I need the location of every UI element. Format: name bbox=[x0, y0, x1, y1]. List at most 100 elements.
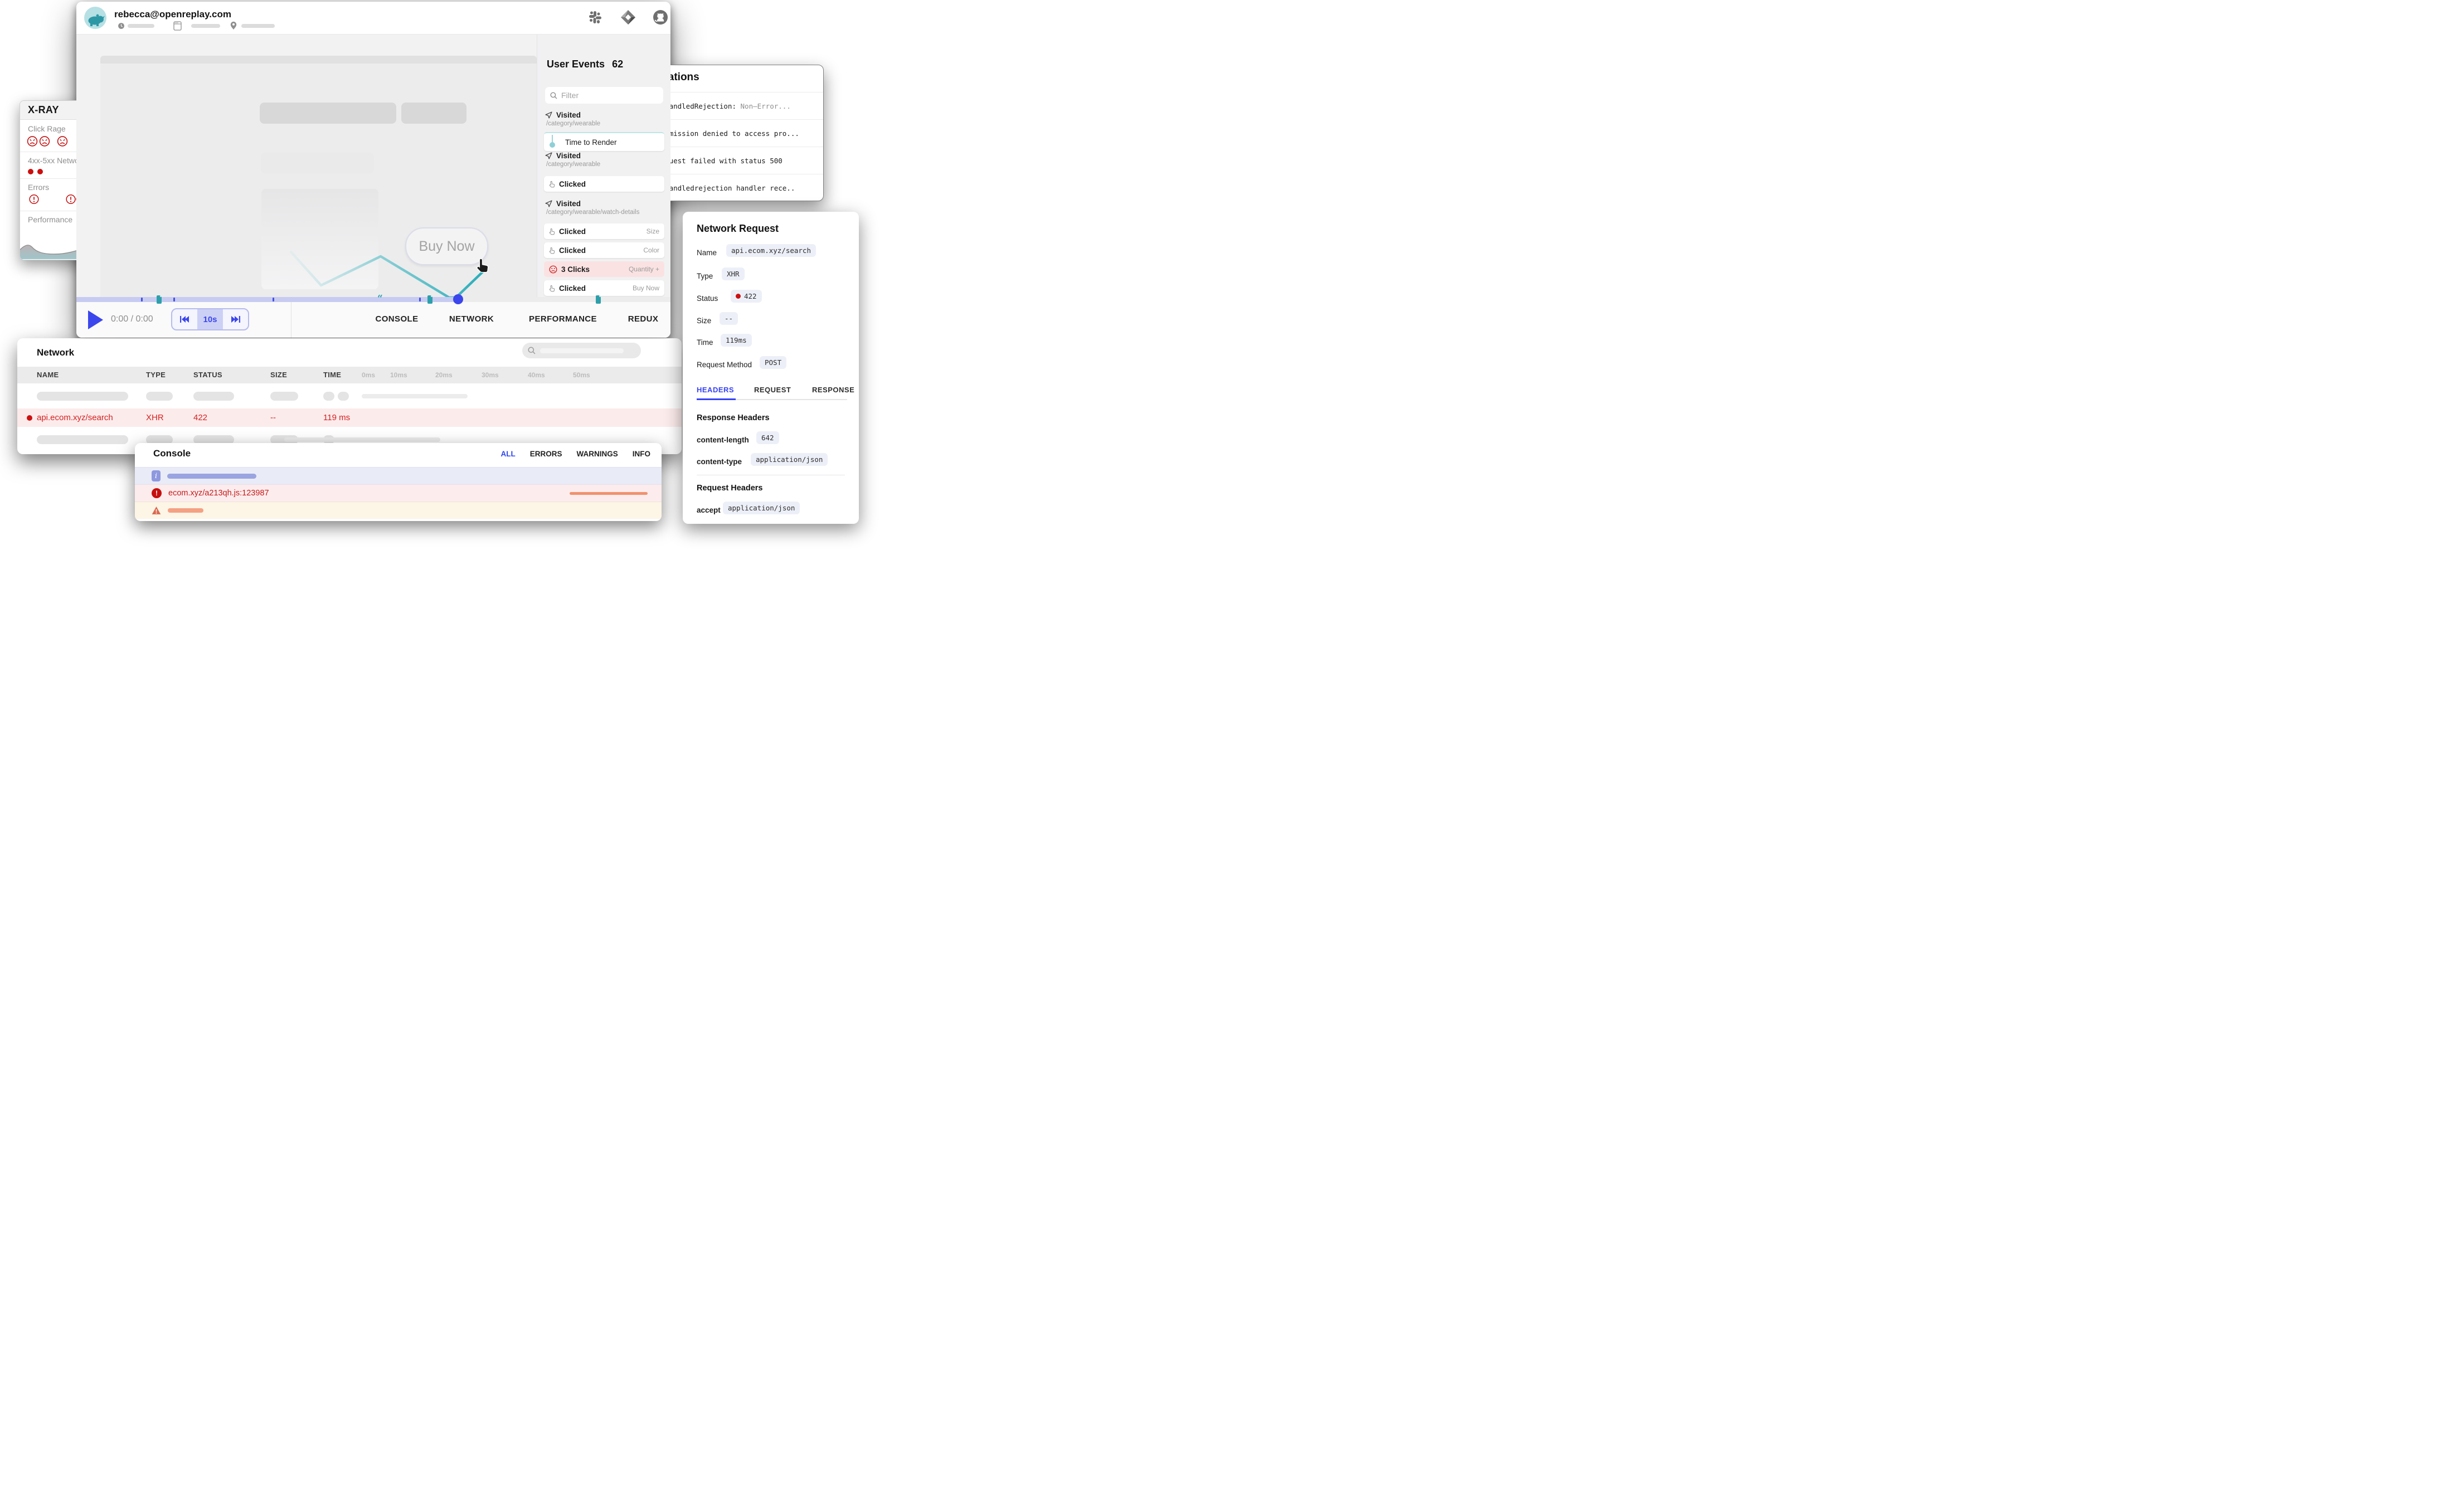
tab-performance[interactable]: PERFORMANCE bbox=[529, 314, 597, 324]
event-clicked-buynow-card[interactable]: Clicked Buy Now bbox=[544, 280, 664, 296]
event-visited-2[interactable]: Visited bbox=[556, 152, 581, 160]
page-skeleton-block bbox=[261, 189, 378, 289]
timeline-event-tick[interactable] bbox=[141, 298, 143, 301]
console-tab-errors[interactable]: ERRORS bbox=[530, 450, 562, 458]
console-warning-row[interactable] bbox=[135, 502, 662, 519]
player-controls: 0:00 / 0:00 10s CONSOLE NETWORK PERFORMA… bbox=[76, 302, 670, 338]
github-icon[interactable] bbox=[653, 9, 668, 25]
visited-icon bbox=[545, 200, 552, 207]
search-icon bbox=[528, 347, 536, 354]
search-skeleton bbox=[540, 348, 624, 353]
integration-message: Request failed with status 500 bbox=[657, 157, 783, 165]
console-tab-all[interactable]: ALL bbox=[500, 450, 515, 458]
browser-name-skeleton bbox=[191, 24, 220, 28]
visited-icon bbox=[545, 152, 552, 159]
info-skeleton bbox=[167, 474, 256, 479]
player-timeline[interactable]: “ bbox=[76, 297, 670, 302]
event-clicked-size-card[interactable]: Clicked Size bbox=[544, 223, 664, 239]
error-dot-icon bbox=[27, 415, 32, 421]
search-icon bbox=[550, 92, 557, 99]
field-name-value: api.ecom.xyz/search bbox=[726, 244, 816, 257]
user-events-title-text: User Events bbox=[547, 59, 605, 70]
console-tab-warnings[interactable]: WARNINGS bbox=[577, 450, 618, 458]
time-to-render-card[interactable]: Time to Render bbox=[544, 132, 664, 151]
event-visited-3[interactable]: Visited bbox=[556, 199, 581, 208]
tab-response[interactable]: RESPONSE bbox=[812, 386, 854, 394]
events-filter-input[interactable]: Filter bbox=[545, 87, 663, 104]
skip-back-button[interactable] bbox=[172, 309, 197, 329]
status-error-dot bbox=[736, 294, 741, 299]
timeline-event-tick[interactable] bbox=[273, 298, 274, 301]
ms-label: 50ms bbox=[573, 371, 590, 379]
network-request-panel: Network Request Name api.ecom.xyz/search… bbox=[683, 212, 859, 524]
page-skeleton-block bbox=[261, 153, 374, 173]
tab-redux[interactable]: REDUX bbox=[628, 314, 659, 324]
timeline-event-tick[interactable] bbox=[173, 298, 175, 301]
jira-icon[interactable] bbox=[620, 9, 636, 25]
cursor-hand-icon bbox=[475, 257, 490, 274]
play-button[interactable] bbox=[88, 310, 103, 329]
rage-face-icons[interactable] bbox=[27, 135, 69, 147]
tab-request[interactable]: REQUEST bbox=[754, 386, 791, 394]
field-status-label: Status bbox=[697, 294, 718, 303]
network-error-dot[interactable] bbox=[28, 169, 33, 174]
content-type-label: content-type bbox=[697, 458, 742, 466]
request-time: 119 ms bbox=[323, 413, 350, 422]
warning-triangle-icon bbox=[152, 506, 161, 515]
col-type[interactable]: TYPE bbox=[146, 371, 166, 379]
timeline-page-marker[interactable] bbox=[427, 295, 433, 304]
col-status[interactable]: STATUS bbox=[193, 371, 222, 379]
request-status: 422 bbox=[193, 413, 207, 422]
console-error-row[interactable]: ! ecom.xyz/a213qh.js:123987 bbox=[135, 484, 662, 502]
session-duration-skeleton bbox=[128, 24, 154, 28]
info-icon: i bbox=[152, 470, 161, 481]
page-skeleton-block bbox=[260, 103, 396, 124]
timeline-page-marker[interactable] bbox=[156, 295, 162, 304]
console-devtools-panel: Console ALL ERRORS WARNINGS INFO i ! eco… bbox=[135, 443, 662, 521]
playhead-handle[interactable] bbox=[453, 294, 463, 304]
field-type-label: Type bbox=[697, 272, 713, 280]
skip-interval-label[interactable]: 10s bbox=[197, 309, 223, 329]
network-error-row[interactable]: api.ecom.xyz/search XHR 422 -- 119 ms bbox=[17, 408, 682, 427]
click-hand-icon bbox=[549, 285, 555, 292]
field-status-value: 422 bbox=[731, 290, 762, 303]
console-info-row[interactable]: i bbox=[135, 467, 662, 484]
col-name[interactable]: NAME bbox=[37, 371, 59, 379]
col-time[interactable]: TIME bbox=[323, 371, 341, 379]
tab-headers[interactable]: HEADERS bbox=[697, 386, 734, 394]
field-time-value: 119ms bbox=[721, 334, 752, 347]
accept-label: accept bbox=[697, 506, 721, 514]
timeline-event-tick[interactable] bbox=[419, 298, 421, 301]
replay-browser-window: rebecca@openreplay.com bbox=[76, 2, 670, 338]
clicked-label: Clicked bbox=[559, 284, 586, 293]
timeline-console-marker[interactable]: “ bbox=[377, 293, 383, 304]
browser-icon bbox=[173, 21, 182, 31]
request-type: XHR bbox=[146, 413, 164, 422]
skip-control: 10s bbox=[171, 308, 249, 330]
user-email: rebecca@openreplay.com bbox=[114, 9, 231, 20]
field-method-label: Request Method bbox=[697, 361, 752, 369]
slack-icon[interactable] bbox=[587, 9, 603, 25]
col-size[interactable]: SIZE bbox=[270, 371, 287, 379]
skip-forward-button[interactable] bbox=[223, 309, 248, 329]
event-clicked-card[interactable]: Clicked bbox=[544, 176, 664, 192]
rage-face-icon bbox=[549, 265, 557, 274]
event-visited-1[interactable]: Visited bbox=[556, 111, 581, 119]
network-search-input[interactable] bbox=[522, 343, 641, 358]
event-clicked-color-card[interactable]: Clicked Color bbox=[544, 242, 664, 258]
click-target-quantity: Quantity + bbox=[629, 265, 659, 273]
console-tab-info[interactable]: INFO bbox=[633, 450, 650, 458]
click-target-buynow: Buy Now bbox=[633, 284, 659, 292]
rage-clicks-card[interactable]: 3 Clicks Quantity + bbox=[544, 261, 664, 277]
console-title: Console bbox=[153, 448, 191, 459]
field-method-value: POST bbox=[760, 356, 786, 369]
timeline-page-marker[interactable] bbox=[595, 295, 601, 304]
warning-skeleton bbox=[168, 508, 203, 513]
request-name: api.ecom.xyz/search bbox=[37, 413, 113, 422]
network-error-dot[interactable] bbox=[37, 169, 43, 174]
click-target-size: Size bbox=[647, 227, 659, 235]
tab-network[interactable]: NETWORK bbox=[449, 314, 494, 324]
tab-console[interactable]: CONSOLE bbox=[376, 314, 419, 324]
rage-clicks-label: 3 Clicks bbox=[561, 265, 590, 274]
xray-title: X-RAY bbox=[28, 104, 59, 116]
